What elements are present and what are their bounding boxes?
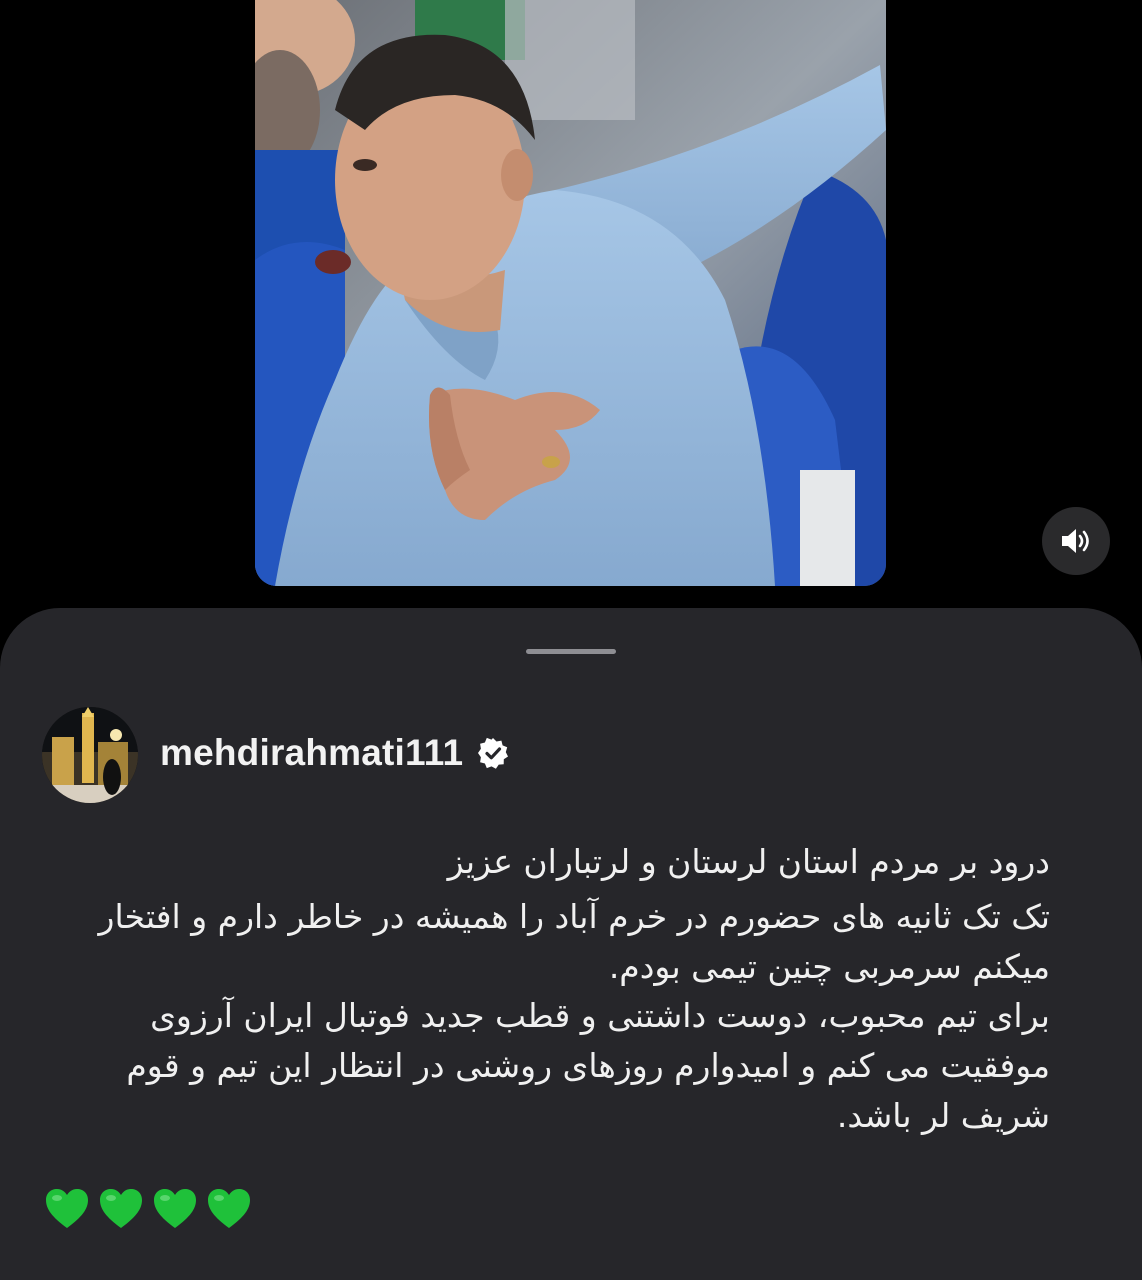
verified-badge-icon xyxy=(478,737,509,769)
caption-paragraph-1: درود بر مردم استان لرستان و لرتباران عزی… xyxy=(447,842,1050,881)
caption-paragraph-2: تک تک ثانیه های حضورم در خرم آباد را همی… xyxy=(98,897,1050,986)
green-hearts-emoji-row xyxy=(44,1186,252,1232)
green-heart-icon xyxy=(100,1189,142,1228)
speaker-on-icon xyxy=(1062,529,1089,553)
sheet-drag-handle[interactable] xyxy=(526,649,616,654)
post-media-video[interactable] xyxy=(255,0,886,586)
green-heart-icon xyxy=(208,1189,250,1228)
caption-paragraph-3: برای تیم محبوب، دوست داشتنی و قطب جدید ف… xyxy=(126,996,1050,1135)
green-heart-icon xyxy=(154,1189,196,1228)
video-frame-illustration xyxy=(255,0,886,586)
username-row[interactable]: mehdirahmati111 xyxy=(160,732,509,774)
sound-toggle-button[interactable] xyxy=(1042,507,1110,575)
caption-sheet[interactable]: mehdirahmati111 درود بر مردم استان لرستا… xyxy=(0,608,1142,1280)
username[interactable]: mehdirahmati111 xyxy=(160,732,463,774)
avatar[interactable] xyxy=(42,707,138,803)
avatar-image xyxy=(42,707,138,803)
screen: mehdirahmati111 درود بر مردم استان لرستا… xyxy=(0,0,1142,1280)
green-heart-icon xyxy=(46,1189,88,1228)
